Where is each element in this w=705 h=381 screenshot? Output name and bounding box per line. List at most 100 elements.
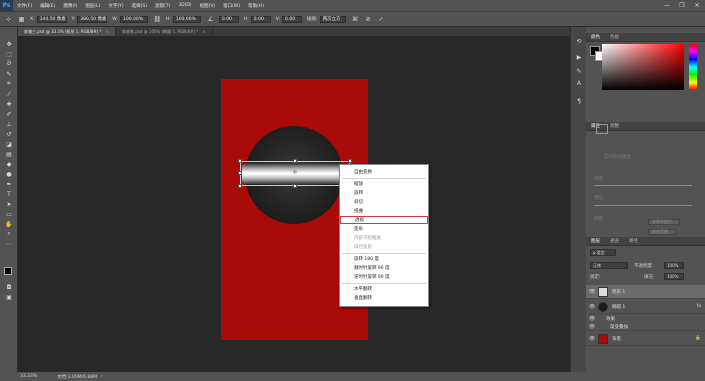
brush-panel-icon[interactable]: ✎ [575,67,583,75]
minimize-button[interactable]: — [660,0,674,11]
quick-mask-icon[interactable]: ◘ [4,283,14,291]
zoom-tool-icon[interactable]: ⌕ [4,230,14,238]
menu-help[interactable]: 帮助(H) [244,3,268,9]
opacity-field[interactable]: 100% [664,262,684,269]
blend-mode-select[interactable]: 正常 [590,262,628,269]
menu-item-rotate-180[interactable]: 旋转 180 度 [340,255,428,263]
menu-filter[interactable]: 滤镜(T) [151,3,174,9]
menu-view[interactable]: 视图(V) [196,3,220,9]
tab-document-2[interactable]: 奔驰笔.psd @ 100% (椭圆 1, RGB/8#) * × [116,27,213,36]
eye-icon[interactable]: 👁 [586,304,598,310]
tab-layers[interactable]: 图层 [586,238,605,244]
move-tool-icon[interactable]: ✥ [4,40,14,48]
transform-center-icon[interactable]: ✛ [292,170,298,176]
status-arrow-icon[interactable]: › [101,374,103,379]
vskew-field[interactable]: 0.00 [282,15,303,23]
menu-item-rotate-90-cw[interactable]: 顺时针旋转 90 度 [340,264,428,272]
layer-filter-select[interactable]: ρ 类型 [590,249,616,256]
commit-transform-icon[interactable]: ✓ [377,15,386,24]
interpolation-select[interactable]: 两次立方 [319,15,346,23]
hand-tool-icon[interactable]: ✋ [4,220,14,228]
tab-channels[interactable]: 通道 [605,238,624,244]
menu-item-rotate-90-ccw[interactable]: 逆时针旋转 90 度 [340,273,428,281]
dodge-tool-icon[interactable]: ● [4,170,14,178]
fill-field[interactable]: 100% [664,273,684,280]
menu-item-skew[interactable]: 斜切 [340,198,428,206]
layer-name[interactable]: 背景 [612,336,621,342]
menu-item-distort[interactable]: 扭曲 [340,207,428,215]
foreground-color-swatch[interactable] [4,267,12,275]
screen-mode-icon[interactable]: ▣ [4,293,14,301]
marquee-tool-icon[interactable]: ⬚ [4,50,14,58]
menu-item-flip-vertical[interactable]: 垂直翻转 [340,294,428,302]
clone-stamp-icon[interactable]: ⊥ [4,120,14,128]
eye-icon[interactable]: 👁 [586,316,598,322]
crop-tool-icon[interactable]: ⌗ [4,80,14,88]
eraser-tool-icon[interactable]: ◪ [4,140,14,148]
hskew-field[interactable]: 0.00 [250,15,271,23]
effect-item-row[interactable]: 👁 渐变叠加 [586,323,705,331]
layer-name[interactable]: 椭圆 1 [612,304,625,310]
pen-tool-icon[interactable]: ✒ [4,180,14,188]
paragraph-panel-icon[interactable]: ¶ [575,97,583,105]
maximize-button[interactable]: ❐ [675,0,689,11]
layer-row[interactable]: 👁 矩形 1 [586,285,705,299]
menu-layer[interactable]: 图层(L) [81,3,104,9]
gradient-tool-icon[interactable]: ▤ [4,150,14,158]
select-and-mask-button[interactable]: 选择并遮住... [648,219,680,225]
menu-item-rotate[interactable]: 旋转 [340,189,428,197]
eyedropper-tool-icon[interactable]: ⁄ [4,90,14,98]
actions-panel-icon[interactable]: ▶ [575,53,583,61]
hue-slider[interactable] [689,44,697,90]
cancel-transform-icon[interactable]: ⊘ [364,15,373,24]
y-field[interactable]: 380.50 像素 [77,15,108,23]
menu-window[interactable]: 窗口(W) [219,3,244,9]
history-panel-icon[interactable]: ⟲ [575,37,583,45]
transform-handle-top-right[interactable] [348,159,352,163]
tab-document-1[interactable]: 奔驰三.psd @ 33.3% (矩形 1, RGB/8#) * × [18,27,116,36]
path-select-icon[interactable]: ➤ [4,200,14,208]
brush-tool-icon[interactable]: ✐ [4,110,14,118]
transform-handle-bottom-left[interactable] [238,184,242,188]
menu-item-free-transform[interactable]: 自由变换 [340,168,428,176]
link-icon[interactable]: ⛓ [153,15,162,24]
tab-close-icon[interactable]: × [106,29,109,34]
warp-mode-icon[interactable]: ⌘ [351,15,360,24]
menu-item-warp[interactable]: 变形 [340,225,428,233]
menu-item-perspective[interactable]: 透视 [340,216,428,224]
angle-field[interactable]: 0.00 [218,15,239,23]
eye-icon[interactable]: 👁 [586,336,598,342]
transform-handle-top-left[interactable] [238,159,242,163]
type-tool-icon[interactable]: T [4,190,14,198]
history-brush-icon[interactable]: ↺ [4,130,14,138]
w-field[interactable]: 100.00% [119,15,148,23]
menu-image[interactable]: 图像(I) [59,3,81,9]
menu-item-flip-horizontal[interactable]: 水平翻转 [340,285,428,293]
tab-close-icon[interactable]: × [202,29,205,34]
fx-icon[interactable]: fx [697,304,701,309]
menu-item-scale[interactable]: 缩放 [340,180,428,188]
transform-handle-left[interactable] [238,171,242,175]
color-range-button[interactable]: 颜色范围... [648,229,676,235]
layer-row[interactable]: 👁 背景 🔒 [586,332,705,346]
eye-icon[interactable]: 👁 [586,289,598,295]
effects-row[interactable]: 👁 效果 [586,315,705,323]
density-slider[interactable] [594,185,692,186]
tab-paths[interactable]: 路径 [624,238,643,244]
close-window-button[interactable]: ✕ [690,0,704,11]
eye-icon[interactable]: 👁 [586,324,598,330]
menu-type[interactable]: 文字(Y) [104,3,127,9]
lasso-tool-icon[interactable]: ᘐ [4,60,14,68]
reference-point-icon[interactable]: ▦ [17,15,26,24]
menu-select[interactable]: 选择(S) [128,3,151,9]
shape-tool-icon[interactable]: ▭ [4,210,14,218]
menu-file[interactable]: 文件(F) [13,3,36,9]
blur-tool-icon[interactable]: ◆ [4,160,14,168]
menu-3d[interactable]: 3D(D) [174,3,195,8]
menu-edit[interactable]: 编辑(E) [36,3,59,9]
transform-handle-bottom[interactable] [293,184,297,188]
zoom-level[interactable]: 33.33% [20,374,37,379]
quick-select-tool-icon[interactable]: ✎ [4,70,14,78]
tab-color[interactable]: 颜色 [586,34,605,40]
character-panel-icon[interactable]: A [575,79,583,87]
